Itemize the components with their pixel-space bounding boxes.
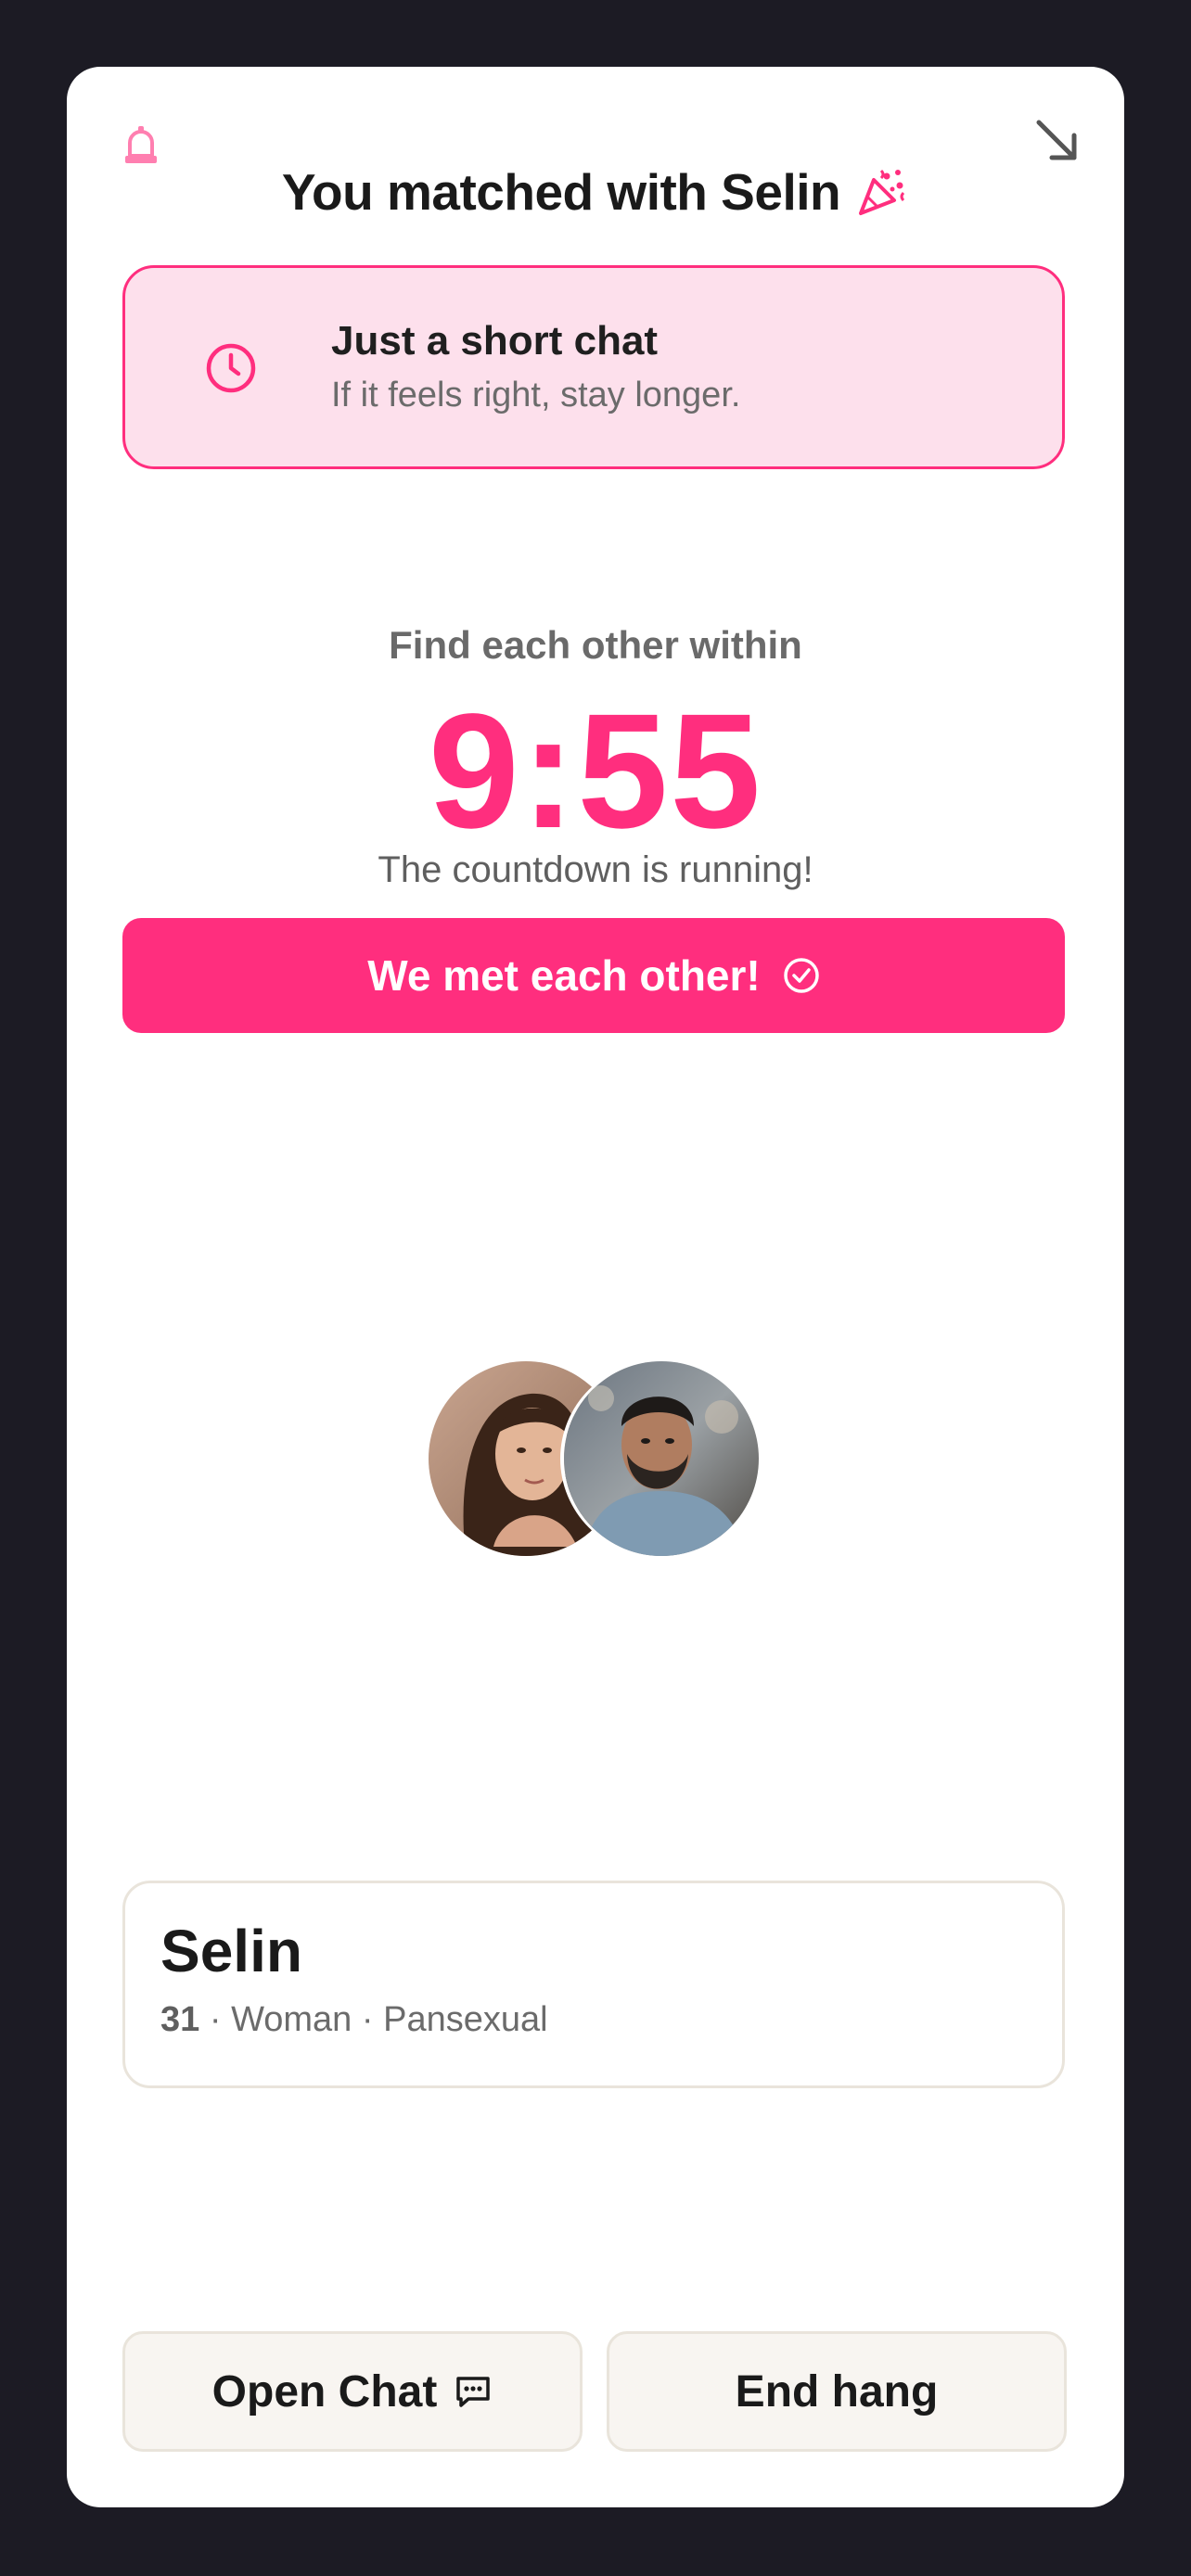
profile-gender: Woman [231, 2000, 352, 2039]
chat-bubble-icon [456, 2377, 491, 2407]
match-card: You matched with Selin Just a short chat… [67, 67, 1124, 2507]
banner-subtitle: If it feels right, stay longer. [331, 376, 741, 414]
profile-age: 31 [160, 2000, 200, 2039]
separator: · [352, 2000, 384, 2039]
end-hang-button[interactable]: End hang [607, 2331, 1067, 2452]
countdown-timer: 9:55 [428, 681, 763, 862]
page-title: You matched with Selin [67, 159, 1124, 224]
we-met-label: We met each other! [367, 951, 761, 1000]
banner-title: Just a short chat [331, 318, 659, 363]
match-name: Selin [721, 163, 841, 221]
man-avatar [564, 1361, 759, 1556]
title-prefix: You matched with [281, 163, 722, 221]
party-popper-icon [859, 170, 905, 216]
profile-name: Selin [160, 1918, 302, 1984]
end-hang-label: End hang [735, 2366, 939, 2417]
check-circle-icon [783, 958, 819, 993]
profile-orientation: Pansexual [383, 2000, 548, 2039]
profile-details: 31 · Woman · Pansexual [160, 2000, 548, 2040]
profile-card[interactable]: Selin 31 · Woman · Pansexual [122, 1881, 1065, 2088]
open-chat-label: Open Chat [211, 2366, 438, 2417]
open-chat-button[interactable]: Open Chat [122, 2331, 583, 2452]
clock-icon [206, 343, 256, 393]
separator: · [199, 2000, 232, 2039]
we-met-button[interactable]: We met each other! [122, 918, 1065, 1033]
timer-label: Find each other within [389, 623, 802, 667]
short-chat-banner: Just a short chat If it feels right, sta… [122, 265, 1065, 469]
countdown-status: The countdown is running! [378, 849, 813, 890]
